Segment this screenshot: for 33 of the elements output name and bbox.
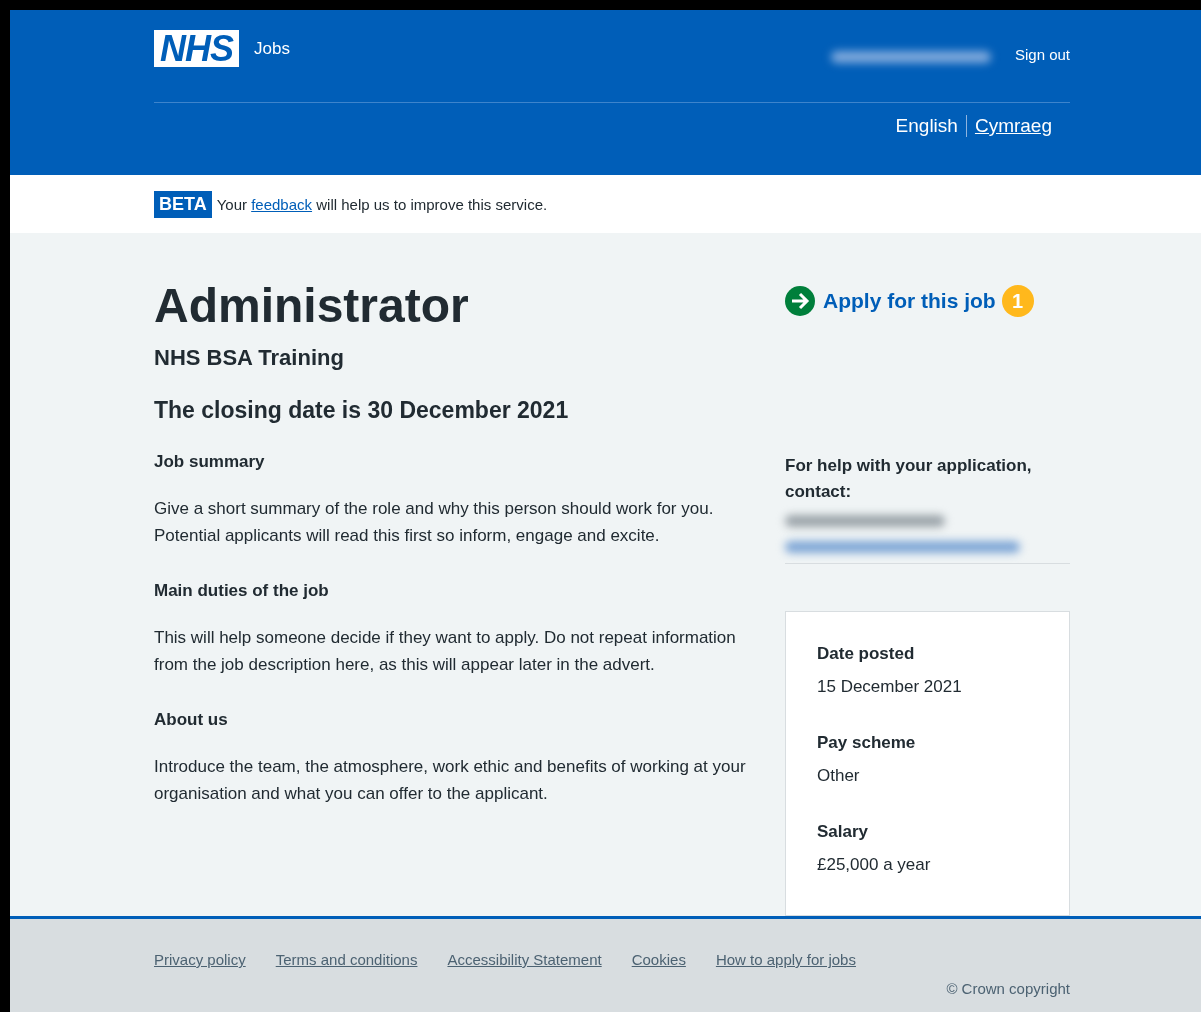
section-text: Introduce the team, the atmosphere, work ethic and benefits of working at your organisation and what you can offer to the applicant. bbox=[154, 756, 747, 805]
footer-link[interactable]: Privacy policy bbox=[154, 951, 246, 968]
apply-link[interactable]: Apply for this job 1 bbox=[785, 285, 1070, 317]
job-title: Administrator bbox=[154, 281, 470, 331]
language-link[interactable]: Cymraeg bbox=[965, 115, 1060, 137]
contact-heading: For help with your application, contact: bbox=[785, 455, 1033, 503]
nhs-logo[interactable]: NHS bbox=[154, 30, 239, 67]
language-link[interactable]: English bbox=[887, 115, 966, 137]
footer-link[interactable]: Terms and conditions bbox=[275, 951, 418, 968]
employer-name: NHS BSA Training bbox=[154, 345, 345, 371]
detail-value: Other bbox=[817, 766, 861, 786]
detail-value: £25,000 a year bbox=[817, 855, 932, 875]
detail-label: Pay scheme bbox=[817, 733, 917, 753]
footer-link[interactable]: Accessibility Statement bbox=[447, 951, 602, 968]
sign-out-link[interactable]: Sign out bbox=[1014, 46, 1070, 63]
footer-link[interactable]: How to apply for jobs bbox=[715, 951, 856, 968]
section-heading: About us bbox=[154, 710, 229, 730]
section-heading: Main duties of the job bbox=[154, 581, 330, 601]
section-heading: Job summary bbox=[154, 452, 266, 472]
section-text: Give a short summary of the role and why this person should work for you. Potential applicants will read this first so inform, engage and excite. bbox=[154, 498, 715, 547]
feedback-link[interactable]: feedback bbox=[251, 195, 313, 213]
closing-date: The closing date is 30 December 2021 bbox=[154, 397, 570, 424]
footer-link[interactable]: Cookies bbox=[631, 951, 686, 968]
detail-label: Salary bbox=[817, 822, 870, 842]
banner-text: Your feedback will help us to improve this service. bbox=[216, 195, 548, 213]
section-text: This will help someone decide if they want to apply. Do not repeat information from the job description here, as this will appear later in the advert. bbox=[154, 627, 737, 676]
detail-label: Date posted bbox=[817, 644, 916, 664]
step-badge: 1 bbox=[1001, 285, 1034, 317]
service-name: Jobs bbox=[254, 39, 290, 59]
detail-value: 15 December 2021 bbox=[817, 677, 963, 697]
beta-tag: BETA bbox=[154, 190, 212, 218]
arrow-right-circle-icon bbox=[785, 286, 815, 316]
copyright-text: © Crown copyright bbox=[945, 980, 1070, 997]
